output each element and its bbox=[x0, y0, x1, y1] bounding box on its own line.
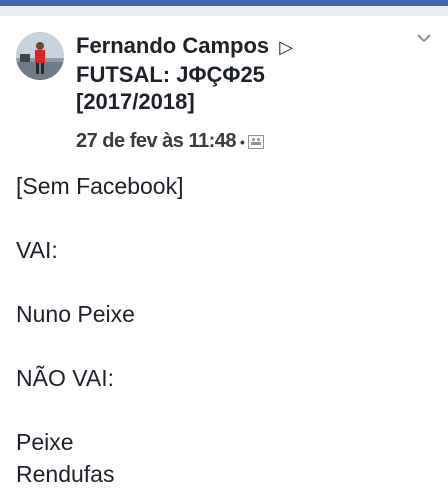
body-line: Rendufas bbox=[16, 461, 115, 487]
post-timestamp[interactable]: 27 de fev às 11:48 bbox=[76, 130, 237, 153]
body-line: Peixe bbox=[16, 429, 74, 455]
post-body: [Sem Facebook] VAI: Nuno Peixe NÃO VAI: … bbox=[16, 170, 436, 490]
post-header: Fernando Campos ▷ FUTSAL: JΦÇΦ25 [2017/2… bbox=[76, 32, 376, 115]
group-audience-icon bbox=[248, 134, 265, 149]
post-meta: 27 de fev às 11:48 • bbox=[76, 130, 265, 153]
feed-post: Fernando Campos ▷ FUTSAL: JΦÇΦ25 [2017/2… bbox=[0, 16, 448, 500]
body-line: VAI: bbox=[16, 237, 58, 263]
feed-divider bbox=[0, 6, 448, 16]
body-blank-line bbox=[16, 202, 436, 234]
body-blank-line bbox=[16, 266, 436, 298]
body-line: Nuno Peixe bbox=[16, 301, 135, 327]
author-line: Fernando Campos ▷ bbox=[76, 32, 376, 61]
body-blank-line bbox=[16, 394, 436, 426]
chevron-down-icon[interactable] bbox=[416, 30, 432, 46]
group-name-line-1[interactable]: FUTSAL: JΦÇΦ25 bbox=[76, 61, 376, 88]
share-arrow-icon: ▷ bbox=[279, 37, 294, 57]
body-line: [Sem Facebook] bbox=[16, 173, 184, 199]
meta-separator: • bbox=[240, 133, 245, 150]
body-line: NÃO VAI: bbox=[16, 365, 114, 391]
author-avatar[interactable] bbox=[16, 32, 64, 80]
group-name-line-2[interactable]: [2017/2018] bbox=[76, 88, 376, 115]
author-name[interactable]: Fernando Campos bbox=[76, 33, 269, 58]
body-blank-line bbox=[16, 330, 436, 362]
